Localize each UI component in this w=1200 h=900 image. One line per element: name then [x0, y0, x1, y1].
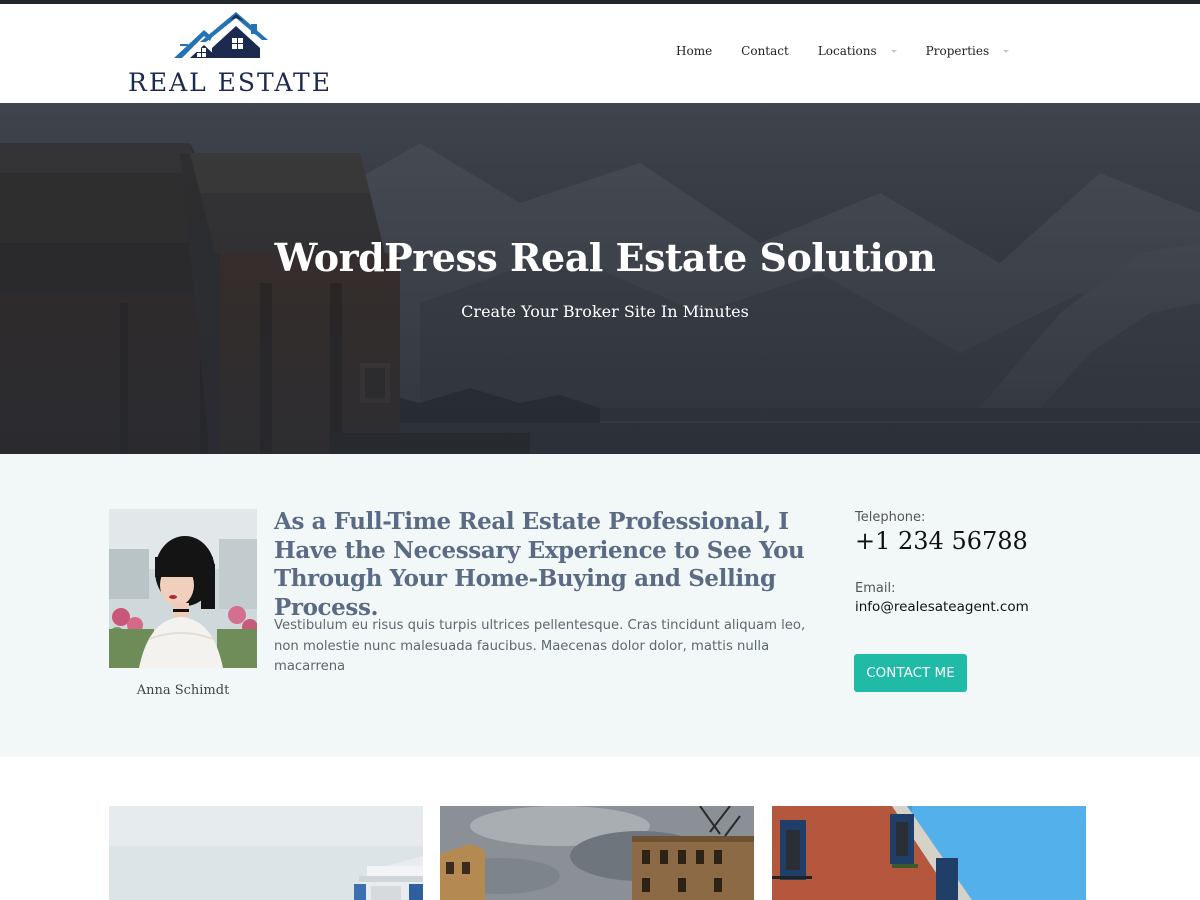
nav-item-label: Contact: [741, 44, 789, 58]
telephone-label: Telephone:: [855, 510, 926, 525]
email-label: Email:: [855, 581, 896, 596]
agent-bio: Vestibulum eu risus quis turpis ultrices…: [274, 618, 806, 674]
agent-photo: [109, 509, 257, 668]
chevron-down-icon: [890, 49, 897, 53]
property-card[interactable]: [772, 806, 1086, 900]
contact-info: Telephone: +1 234 56788 Email: info@real…: [855, 510, 1115, 615]
property-card[interactable]: [109, 806, 423, 900]
nav-item-contact[interactable]: Contact: [741, 44, 789, 58]
logo-text: REAL ESTATE: [128, 68, 332, 97]
main-nav: Home Contact Locations Properties: [676, 39, 1010, 63]
nav-item-label: Locations: [817, 44, 877, 58]
hero-banner: WordPress Real Estate Solution Create Yo…: [0, 103, 1200, 454]
agent-section: Anna Schimdt As a Full-Time Real Estate …: [0, 454, 1200, 757]
nav-item-locations[interactable]: Locations: [818, 44, 897, 58]
site-logo[interactable]: REAL ESTATE: [126, 10, 330, 97]
property-image: [440, 806, 754, 900]
nav-item-properties[interactable]: Properties: [925, 44, 1010, 58]
property-image: [109, 806, 423, 900]
chevron-down-icon: [1003, 49, 1010, 53]
nav-item-label: Home: [676, 44, 713, 58]
nav-item-home[interactable]: Home: [676, 44, 712, 58]
site-header: REAL ESTATE Home Contact Locations Prope…: [0, 4, 1200, 103]
property-image: [772, 806, 1086, 900]
house-roofs-logo-icon: [170, 12, 270, 62]
email-address[interactable]: info@realesateagent.com: [855, 599, 1115, 615]
contact-me-button[interactable]: CONTACT ME: [854, 654, 967, 692]
nav-item-label: Properties: [925, 44, 990, 58]
agent-heading: As a Full-Time Real Estate Professional,…: [274, 508, 805, 621]
hero-subtitle: Create Your Broker Site In Minutes: [461, 302, 749, 321]
property-card[interactable]: [440, 806, 754, 900]
hero-title: WordPress Real Estate Solution: [274, 235, 936, 280]
agent-name: Anna Schimdt: [136, 683, 230, 698]
telephone-number[interactable]: +1 234 56788: [855, 527, 1115, 555]
